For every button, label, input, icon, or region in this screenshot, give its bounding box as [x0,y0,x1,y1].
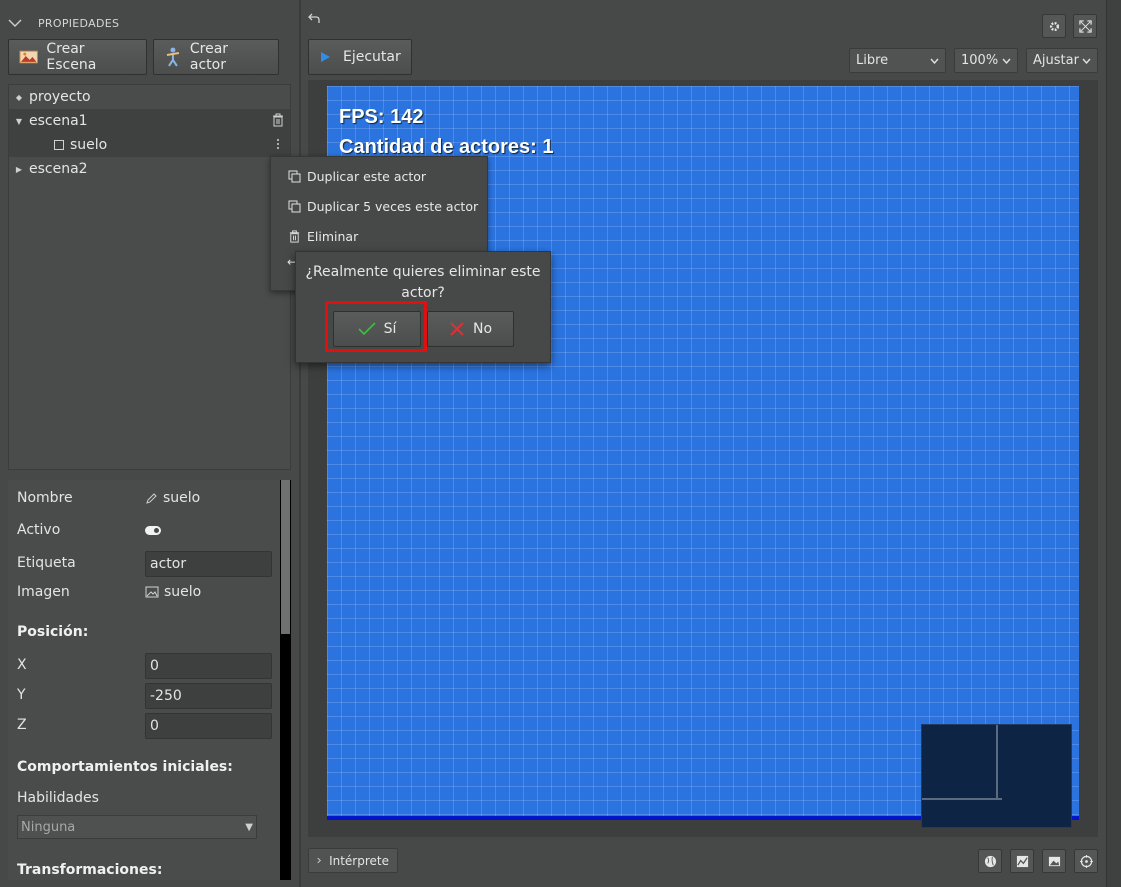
right-scrollbar[interactable] [1106,0,1121,887]
properties-header[interactable]: PROPIEDADES [8,14,119,32]
minimap-line [996,725,998,799]
actor-figure-icon [166,47,180,67]
check-icon [358,322,376,336]
transformaciones-title: Transformaciones: [17,862,163,878]
x-input[interactable]: 0 [145,653,272,679]
diamond-icon: ◆ [15,92,23,102]
z-label: Z [17,717,27,733]
tree-item-escena1[interactable]: ▼ escena1 [9,109,290,133]
menu-item-delete[interactable]: Eliminar [288,226,358,246]
create-actor-button[interactable]: Crear actor [153,39,279,75]
trash-icon[interactable] [272,113,284,127]
nombre-label: Nombre [17,490,73,506]
chevron-down-icon [8,19,22,27]
properties-scrollbar-thumb[interactable] [281,480,290,634]
minimap[interactable] [921,724,1072,828]
copy-icon [288,200,301,212]
image-icon [1048,856,1060,866]
scene-tree: ◆ proyecto ▼ escena1 suelo ▶ escena2 [8,84,291,470]
etiqueta-label: Etiqueta [17,555,76,571]
imagen-value[interactable]: suelo [145,584,201,600]
fullscreen-button[interactable] [1073,14,1097,38]
y-input[interactable]: -250 [145,683,272,709]
activo-label: Activo [17,522,61,538]
toggle-on-icon [145,526,161,535]
chart-button[interactable] [1010,849,1034,873]
nombre-value[interactable]: suelo [145,490,200,506]
panel-divider[interactable] [299,0,301,887]
properties-panel: Nombre suelo Activo Etiqueta actor Image… [8,480,291,880]
settings-button[interactable] [1042,14,1066,38]
chevron-down-icon [1002,58,1011,64]
actor-square-icon [54,140,64,150]
globe-button[interactable] [978,849,1002,873]
x-label: X [17,657,27,673]
left-panel: PROPIEDADES Crear Escena Crear actor ◆ p… [0,0,299,887]
delete-confirm-dialog: ¿Realmente quieres eliminar este actor? … [295,251,551,363]
undo-icon[interactable] [308,12,320,24]
pencil-icon [146,492,157,504]
crosshair-icon [1079,854,1093,868]
caret-down-icon: ▼ [245,821,253,833]
imagen-label: Imagen [17,584,70,600]
posicion-title: Posición: [17,624,89,640]
interpreter-toggle[interactable]: Intérprete [308,848,398,873]
expand-icon [1078,19,1092,33]
confirm-yes-button[interactable]: Sí [333,311,421,347]
comportamientos-title: Comportamientos iniciales: [17,759,233,775]
expanded-triangle-icon: ▼ [15,116,23,126]
fps-text: FPS: 142 [339,106,424,128]
globe-icon [984,855,996,867]
zoom-select[interactable]: 100% [954,48,1018,73]
chevron-right-icon [317,857,322,864]
activo-toggle[interactable] [145,526,161,535]
chevron-down-icon [930,58,939,64]
habilidades-select[interactable]: Ninguna ▼ [17,815,257,839]
play-icon [321,52,330,62]
copy-icon [288,170,301,182]
confirm-no-button[interactable]: No [427,311,514,347]
trash-icon [289,229,300,243]
mode-select[interactable]: Libre [849,48,946,73]
properties-title: PROPIEDADES [38,16,120,30]
habilidades-label: Habilidades [17,790,99,806]
z-input[interactable]: 0 [145,713,272,739]
minimap-line [922,798,1002,800]
menu-item-duplicate-5[interactable]: Duplicar 5 veces este actor [288,196,478,216]
chart-icon [1016,855,1028,867]
image-icon [145,586,159,598]
create-scene-button[interactable]: Crear Escena [8,39,147,75]
menu-item-duplicate[interactable]: Duplicar este actor [288,166,426,186]
tree-item-proyecto[interactable]: ◆ proyecto [9,85,290,109]
chevron-down-icon [1082,58,1091,64]
image-button[interactable] [1042,849,1066,873]
scene-image-icon [19,50,38,64]
y-label: Y [17,687,26,703]
tree-item-suelo[interactable]: suelo [9,133,290,157]
gear-icon [1049,21,1059,31]
more-vertical-icon[interactable] [276,137,280,151]
fit-select[interactable]: Ajustar [1026,48,1098,73]
collapsed-triangle-icon: ▶ [15,164,23,174]
etiqueta-input[interactable]: actor [145,551,272,577]
dialog-message: ¿Realmente quieres eliminar este actor? [305,264,541,301]
tree-item-escena2[interactable]: ▶ escena2 [9,157,290,181]
close-icon [450,322,464,336]
crosshair-button[interactable] [1074,849,1098,873]
run-button[interactable]: Ejecutar [308,39,412,75]
